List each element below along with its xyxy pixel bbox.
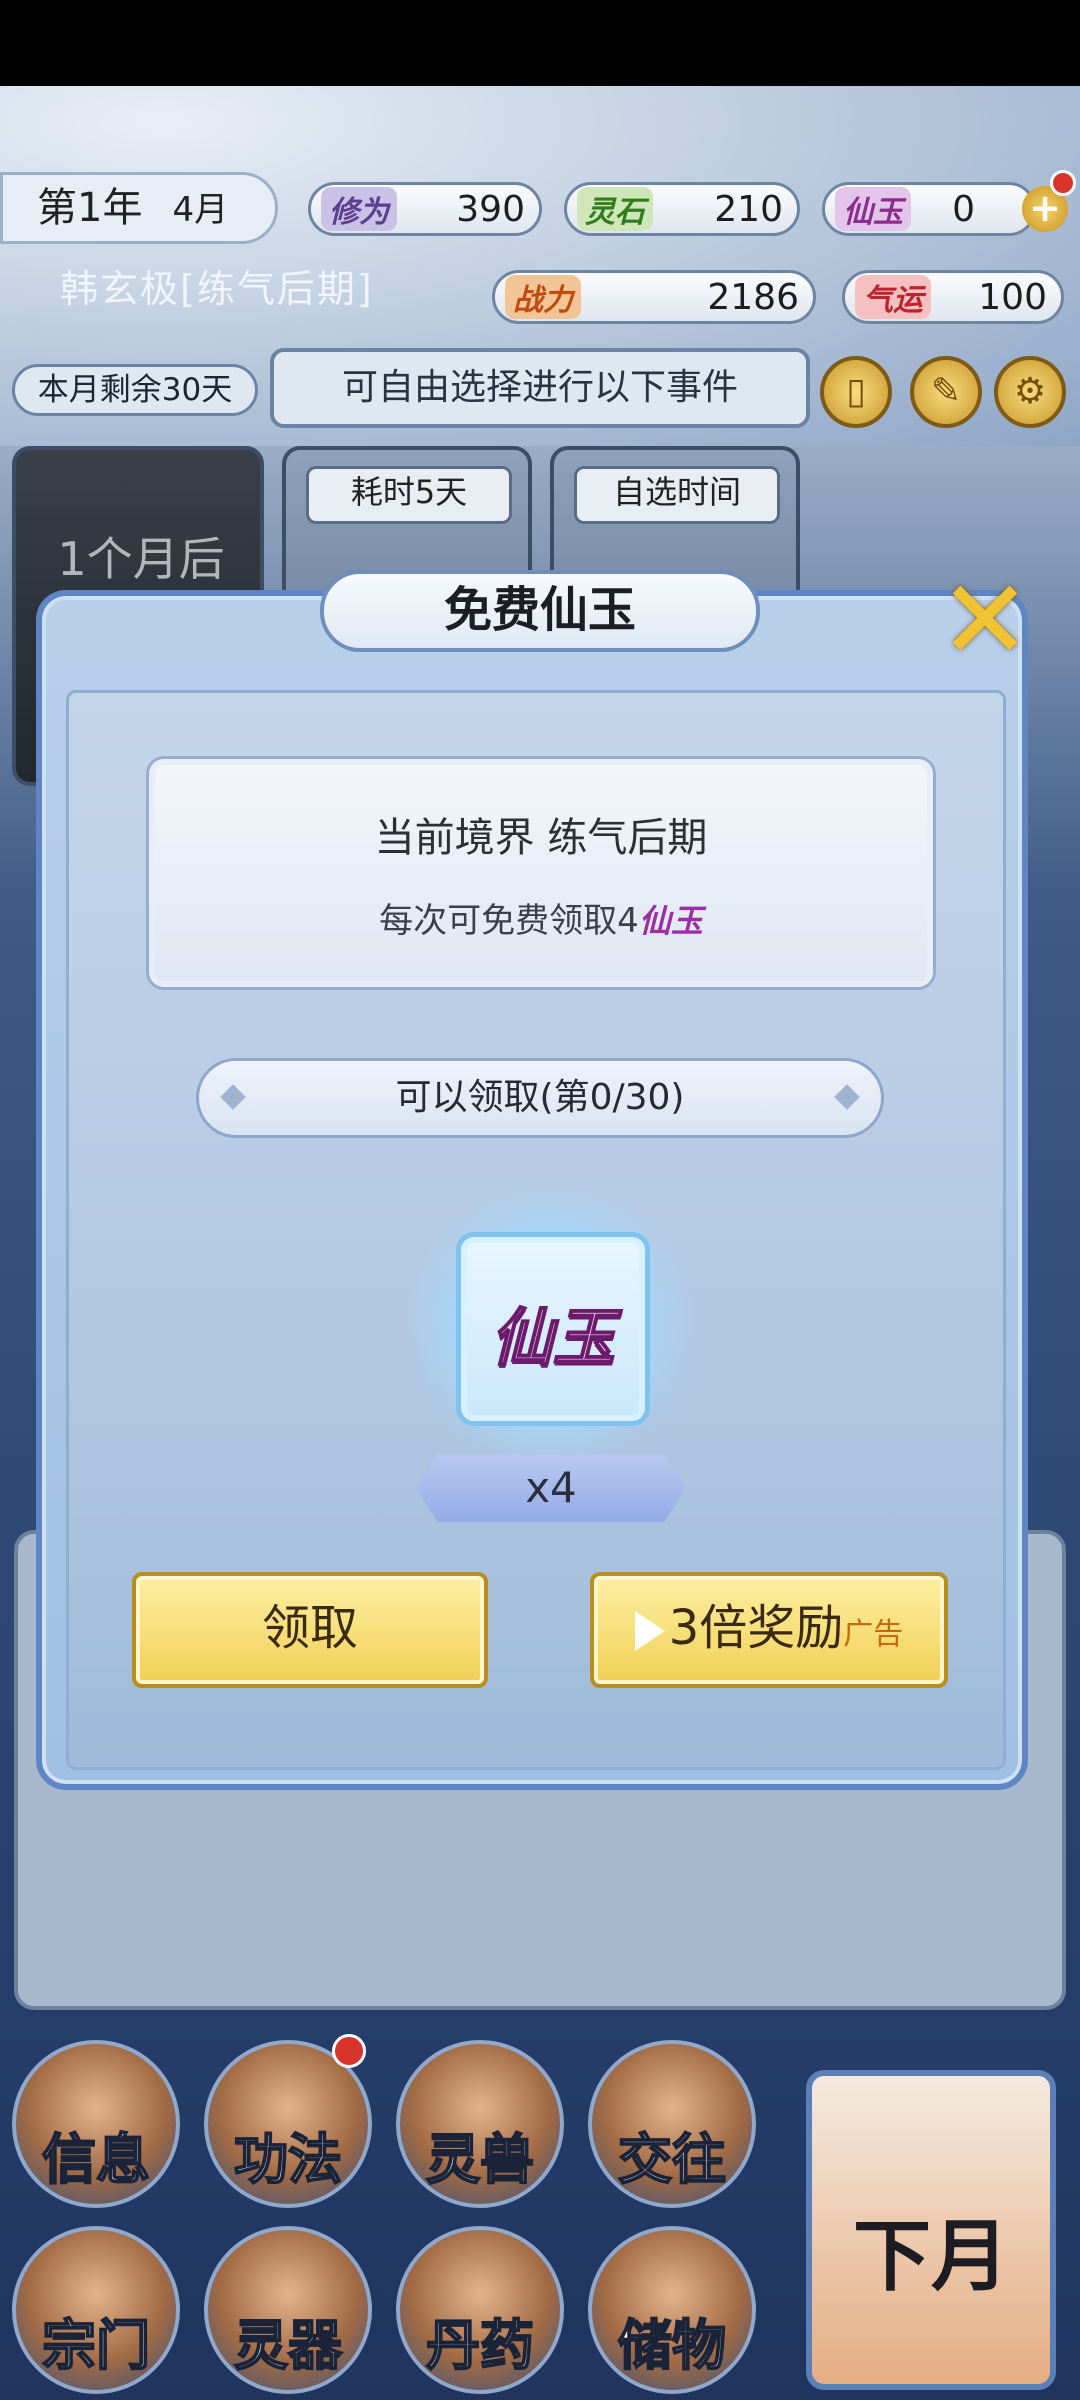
event-notice: 可自由选择进行以下事件: [270, 348, 810, 428]
ad-label: 广告: [843, 1617, 904, 1652]
nav-zongmen-button[interactable]: 宗门: [12, 2226, 180, 2394]
next-month-button[interactable]: 下月: [806, 2070, 1056, 2390]
stat-qiyun: 气运 100: [842, 270, 1064, 324]
nav-jiaowang-button[interactable]: 交往: [588, 2040, 756, 2208]
realm-info-box: 当前境界 练气后期 每次可免费领取4仙玉: [146, 756, 936, 990]
nav-lingqi-button[interactable]: 灵器: [204, 2226, 372, 2394]
nav-chuwu-button[interactable]: 储物: [588, 2226, 756, 2394]
xianyu-icon: 仙玉: [490, 1300, 616, 1375]
notification-dot: [1050, 170, 1076, 196]
nav-info-button[interactable]: 信息: [12, 2040, 180, 2208]
nav-label: 储物: [617, 2313, 727, 2378]
stat-label: 修为: [321, 187, 397, 231]
claim-button-label: 领取: [261, 1600, 358, 1656]
stat-value: 0: [952, 188, 975, 230]
character-name: 韩玄极[练气后期]: [60, 267, 374, 311]
claim-prefix: 每次可免费领取4: [379, 901, 639, 941]
nav-label: 信息: [41, 2127, 151, 2192]
nav-label: 交往: [617, 2127, 727, 2192]
notification-dot: [332, 2034, 366, 2068]
dialog-title: 免费仙玉: [320, 570, 760, 652]
stat-xianyu: 仙玉 0: [822, 182, 1036, 236]
date-display: 第1年 4月: [0, 172, 278, 244]
next-month-label: 下月: [852, 2212, 1009, 2302]
nav-label: 宗门: [41, 2313, 151, 2378]
event-card-tag: 自选时间: [574, 466, 780, 524]
item-quantity: x4: [416, 1454, 686, 1522]
stat-label: 战力: [505, 275, 581, 319]
stat-label: 灵石: [577, 187, 653, 231]
stat-label: 气运: [855, 275, 931, 319]
claim-button[interactable]: 领取: [132, 1572, 488, 1688]
days-remaining: 本月剩余30天: [12, 364, 258, 416]
status-bar: [0, 0, 1080, 86]
nav-danyao-button[interactable]: 丹药: [396, 2226, 564, 2394]
stat-value: 210: [714, 188, 783, 230]
close-icon[interactable]: ✕: [930, 565, 1040, 680]
event-card-tag: 耗时5天: [306, 466, 512, 524]
scroll-icon[interactable]: ▯: [820, 356, 892, 428]
reward-item: 仙玉: [456, 1232, 650, 1426]
year-label: 第1年: [37, 185, 143, 231]
month-label: 4月: [172, 190, 229, 230]
stat-label: 仙玉: [835, 187, 911, 231]
realm-line: 当前境界 练气后期: [374, 815, 708, 861]
claim-keyword: 仙玉: [638, 902, 703, 940]
nav-lingshou-button[interactable]: 灵兽: [396, 2040, 564, 2208]
claim-info: 每次可免费领取4仙玉: [149, 893, 933, 942]
stat-lingshi: 灵石 210: [564, 182, 800, 236]
stat-zhanli: 战力 2186: [492, 270, 816, 324]
stat-xiuwei: 修为 390: [308, 182, 542, 236]
stat-value: 2186: [707, 276, 799, 318]
brush-icon[interactable]: ✎: [910, 356, 982, 428]
nav-label: 灵器: [233, 2313, 343, 2378]
settings-gear-icon[interactable]: ⚙: [994, 356, 1066, 428]
stat-value: 390: [456, 188, 525, 230]
play-icon: [634, 1611, 665, 1651]
nav-label: 灵兽: [425, 2127, 535, 2192]
stat-value: 100: [978, 276, 1047, 318]
claim-progress: 可以领取(第0/30): [196, 1058, 884, 1138]
nav-label: 功法: [233, 2127, 343, 2192]
triple-button-label: 3倍奖励: [668, 1600, 844, 1656]
nav-label: 丹药: [425, 2313, 535, 2378]
triple-reward-button[interactable]: 3倍奖励广告: [590, 1572, 948, 1688]
